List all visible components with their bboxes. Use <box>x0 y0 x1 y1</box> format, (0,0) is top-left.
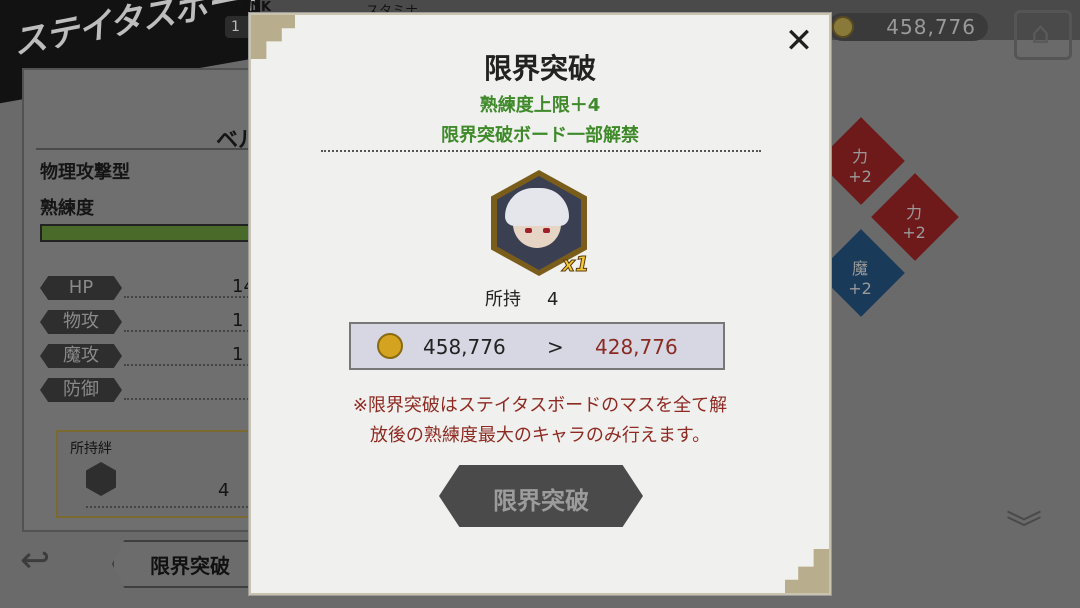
effect-board-unlock: 限界突破ボード一部解禁 <box>441 125 639 146</box>
divider <box>321 150 761 152</box>
cost-current: 458,776 <box>423 335 506 359</box>
owned-row: 所持 4 <box>485 285 558 311</box>
divider <box>36 148 266 150</box>
limit-break-tab-label: 限界突破 <box>150 554 230 578</box>
home-button[interactable]: ⌂ <box>1014 10 1072 60</box>
limit-break-tab-button[interactable]: 限界突破 <box>112 540 266 588</box>
character-type: 物理攻撃型 <box>40 162 130 183</box>
dialog-title: 限界突破 <box>483 52 596 85</box>
board-cell-kind: 力 <box>851 147 868 166</box>
board-cell-kind: 力 <box>905 203 922 222</box>
divider <box>86 506 252 508</box>
stat-label-magic-attack: 魔攻 <box>40 344 122 368</box>
board-cell-bonus: +2 <box>902 223 926 242</box>
limit-break-confirm-button[interactable]: 限界突破 <box>439 465 643 527</box>
requirement-note: 放後の熟練度最大のキャラのみ行えます。 <box>369 425 711 446</box>
stat-label-physical-attack: 物攻 <box>40 310 122 334</box>
chevron-down-icon[interactable]: ︾ <box>1006 500 1042 552</box>
stat-value-magic-attack: 1 <box>232 344 244 365</box>
bond-label: 所持絆 <box>70 441 112 457</box>
cost-display: 458,776 > 428,776 <box>349 322 725 370</box>
proficiency-label: 熟練度 <box>40 198 94 219</box>
stat-label-hp: HP <box>40 276 122 300</box>
board-cell-bonus: +2 <box>848 167 872 186</box>
bond-character-icon <box>86 462 116 496</box>
back-icon[interactable]: ↩ <box>20 540 50 581</box>
coin-icon <box>377 333 403 359</box>
owned-value: 4 <box>547 289 559 310</box>
home-icon: ⌂ <box>1031 16 1051 51</box>
confirm-button-label: 限界突破 <box>493 487 589 515</box>
owned-label: 所持 <box>485 289 521 310</box>
decorative-corner <box>785 549 829 593</box>
bond-count: 4 <box>218 480 230 501</box>
stat-value-physical-attack: 1 <box>232 310 244 331</box>
cost-arrow: > <box>547 335 564 359</box>
stat-label-defense: 防御 <box>40 378 122 402</box>
limit-break-dialog: ✕ 限界突破 熟練度上限＋4 限界突破ボード一部解禁 x1 所持 4 458,77… <box>249 13 831 595</box>
board-cell-kind: 魔 <box>851 259 868 278</box>
coin-value: 458,776 <box>886 15 976 39</box>
proficiency-bar <box>40 224 274 242</box>
divider <box>124 398 264 400</box>
board-cell-bonus: +2 <box>848 279 872 298</box>
cost-after: 428,776 <box>595 335 678 359</box>
item-count-badge: x1 <box>562 252 590 277</box>
bond-box: 所持絆 4 <box>56 430 260 518</box>
character-portrait-icon: x1 <box>491 170 590 277</box>
coin-counter: 458,776 <box>828 13 988 41</box>
coin-icon <box>832 16 854 38</box>
character-panel: ベル 物理攻撃型 熟練度 HP 14 物攻 1 魔攻 1 防御 所持絆 4 <box>22 68 276 532</box>
requirement-note: ※限界突破はステイタスボードのマスを全て解 <box>352 395 728 416</box>
effect-proficiency-cap: 熟練度上限＋4 <box>479 95 601 116</box>
